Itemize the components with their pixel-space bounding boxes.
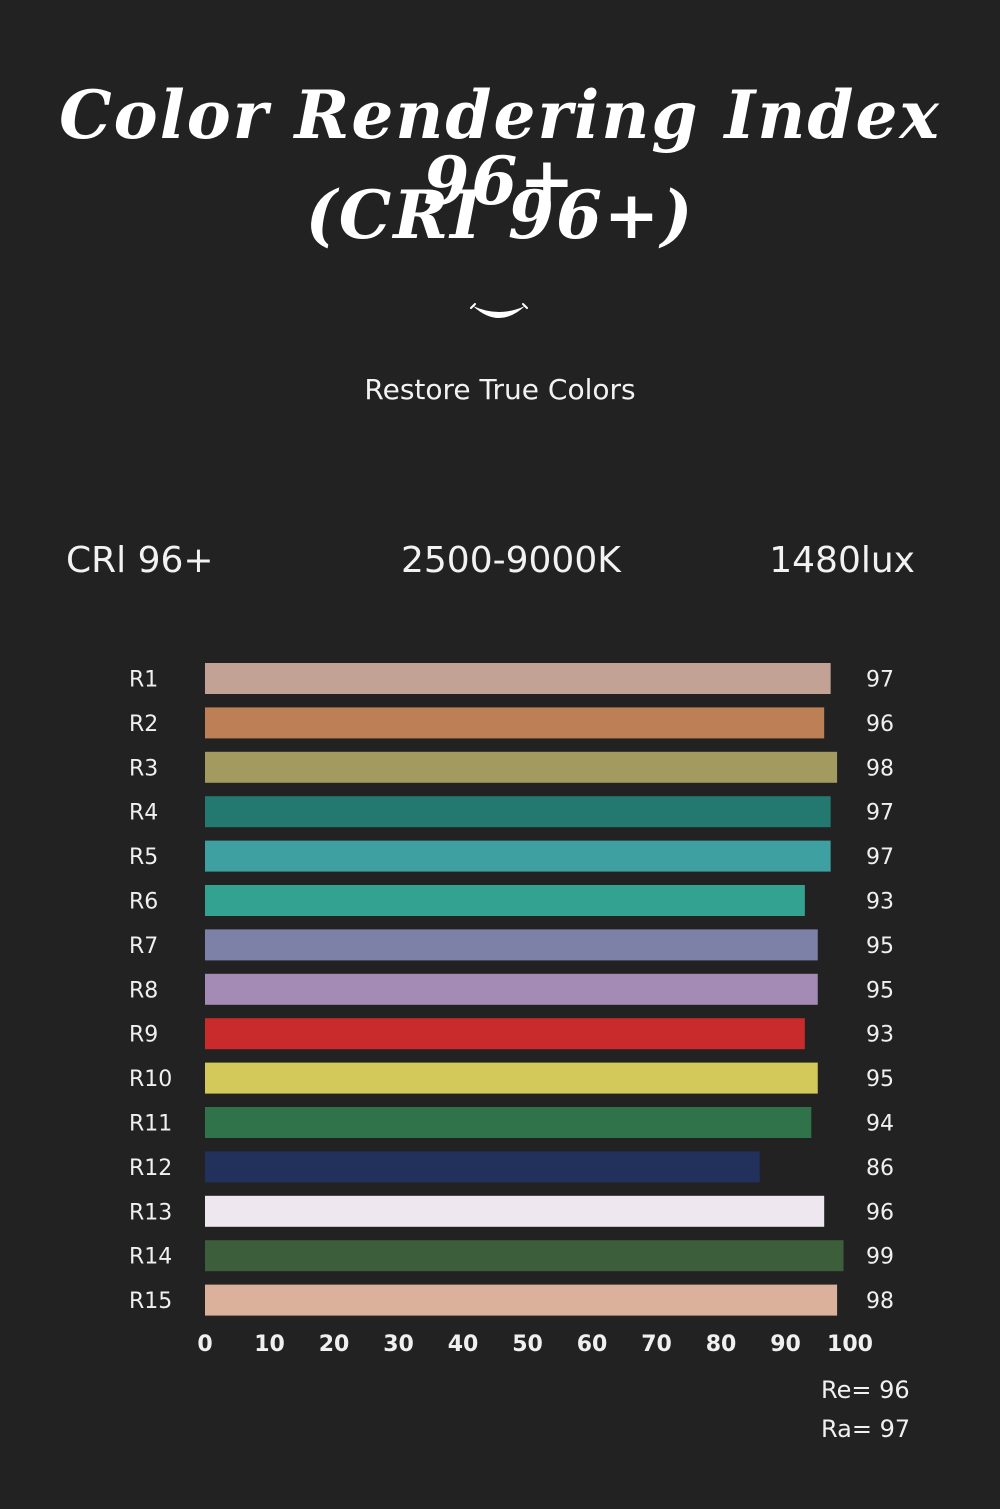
category-label-r2: R2 — [129, 712, 158, 737]
x-tick-label: 10 — [254, 1332, 285, 1357]
bar-r9 — [205, 1018, 805, 1050]
category-label-r14: R14 — [129, 1245, 172, 1270]
category-label-r4: R4 — [129, 801, 158, 826]
category-label-r5: R5 — [129, 845, 158, 870]
value-label-r14: 99 — [866, 1245, 894, 1270]
bar-r11 — [205, 1107, 812, 1138]
bar-r13 — [205, 1195, 825, 1227]
bar-r4 — [205, 796, 831, 828]
x-tick-label: 50 — [512, 1332, 543, 1357]
category-label-r11: R11 — [129, 1112, 172, 1137]
category-label-r9: R9 — [129, 1023, 158, 1048]
bar-r14 — [205, 1240, 844, 1272]
re-annotation: Re= 96 — [821, 1376, 910, 1404]
value-label-r4: 97 — [866, 801, 894, 826]
bar-r12 — [205, 1151, 760, 1183]
bar-r2 — [205, 707, 825, 739]
spec-cri: CRl 96+ — [66, 540, 214, 581]
value-label-r11: 94 — [866, 1112, 894, 1137]
x-tick-label: 20 — [319, 1332, 350, 1357]
value-label-r13: 96 — [866, 1200, 894, 1225]
value-label-r12: 86 — [866, 1156, 894, 1181]
value-label-r8: 95 — [866, 978, 894, 1003]
x-tick-label: 90 — [770, 1332, 801, 1357]
category-label-r15: R15 — [129, 1289, 172, 1314]
x-tick-label: 30 — [383, 1332, 414, 1357]
value-label-r5: 97 — [866, 845, 894, 870]
bar-r15 — [205, 1284, 838, 1316]
value-label-r1: 97 — [866, 668, 894, 693]
category-label-r12: R12 — [129, 1156, 172, 1181]
smile-icon — [470, 303, 528, 318]
x-tick-label: 0 — [197, 1332, 212, 1357]
bar-r8 — [205, 973, 818, 1005]
bar-r5 — [205, 840, 831, 872]
category-label-r8: R8 — [129, 978, 158, 1003]
spec-color-temperature: 2500-9000K — [401, 540, 621, 581]
category-label-r3: R3 — [129, 756, 158, 781]
subtitle: Restore True Colors — [364, 373, 636, 406]
category-label-r7: R7 — [129, 934, 158, 959]
category-label-r6: R6 — [129, 890, 158, 915]
spec-illuminance: 1480lux — [769, 540, 915, 581]
x-tick-label: 80 — [706, 1332, 737, 1357]
cri-bar-chart: R1 97 R2 96 R3 98 R4 97 R5 97 R6 93 R7 95 R8 95 R9 93 R10 9… — [129, 663, 894, 1357]
category-label-r13: R13 — [129, 1200, 172, 1225]
category-label-r1: R1 — [129, 668, 158, 693]
bar-r10 — [205, 1062, 818, 1094]
ra-annotation: Ra= 97 — [821, 1415, 911, 1443]
bar-r6 — [205, 885, 805, 916]
x-tick-label: 40 — [448, 1332, 479, 1357]
value-label-r6: 93 — [866, 890, 894, 915]
x-tick-label: 100 — [827, 1332, 873, 1357]
value-label-r3: 98 — [866, 756, 894, 781]
value-label-r2: 96 — [866, 712, 894, 737]
x-tick-label: 70 — [641, 1332, 672, 1357]
x-tick-label: 60 — [577, 1332, 608, 1357]
value-label-r10: 95 — [866, 1067, 894, 1092]
value-label-r9: 93 — [866, 1023, 894, 1048]
value-label-r7: 95 — [866, 934, 894, 959]
bar-r1 — [205, 663, 831, 694]
value-label-r15: 98 — [866, 1289, 894, 1314]
bar-r7 — [205, 929, 818, 961]
bar-r3 — [205, 751, 838, 783]
category-label-r10: R10 — [129, 1067, 172, 1092]
title-line-2: (CRI 96+) — [305, 176, 695, 254]
